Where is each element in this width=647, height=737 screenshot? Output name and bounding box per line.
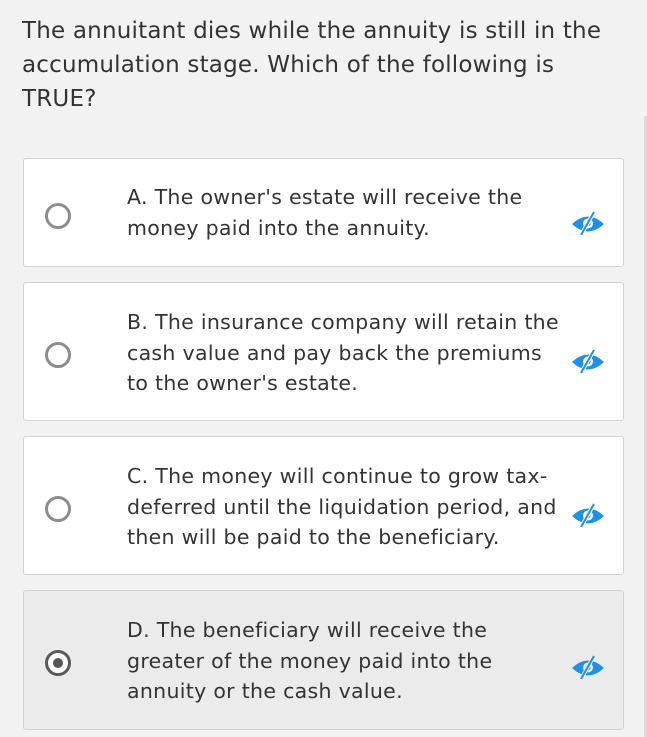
question-text: The annuitant dies while the annuity is … <box>22 18 602 112</box>
eye-slash-icon[interactable] <box>570 503 606 527</box>
answer-option-c[interactable]: C. The money will continue to grow tax-d… <box>23 436 624 575</box>
eye-slash-icon[interactable] <box>570 655 606 679</box>
answer-option-b-label: B. The insurance company will retain the… <box>127 310 559 395</box>
radio-button-b[interactable] <box>45 342 71 368</box>
answer-option-b[interactable]: B. The insurance company will retain the… <box>23 282 624 421</box>
answer-option-a[interactable]: A. The owner's estate will receive the m… <box>23 158 624 267</box>
eye-slash-icon[interactable] <box>570 211 606 235</box>
radio-button-c[interactable] <box>45 496 71 522</box>
radio-button-a[interactable] <box>45 203 71 229</box>
radio-selected-dot <box>53 658 63 668</box>
answer-option-d-label: D. The beneficiary will receive the grea… <box>127 618 493 703</box>
radio-button-d[interactable] <box>45 650 71 676</box>
eye-slash-icon[interactable] <box>570 349 606 373</box>
answer-option-a-label: A. The owner's estate will receive the m… <box>127 185 523 240</box>
answer-option-d[interactable]: D. The beneficiary will receive the grea… <box>23 590 624 730</box>
answer-option-c-label: C. The money will continue to grow tax-d… <box>127 464 557 549</box>
